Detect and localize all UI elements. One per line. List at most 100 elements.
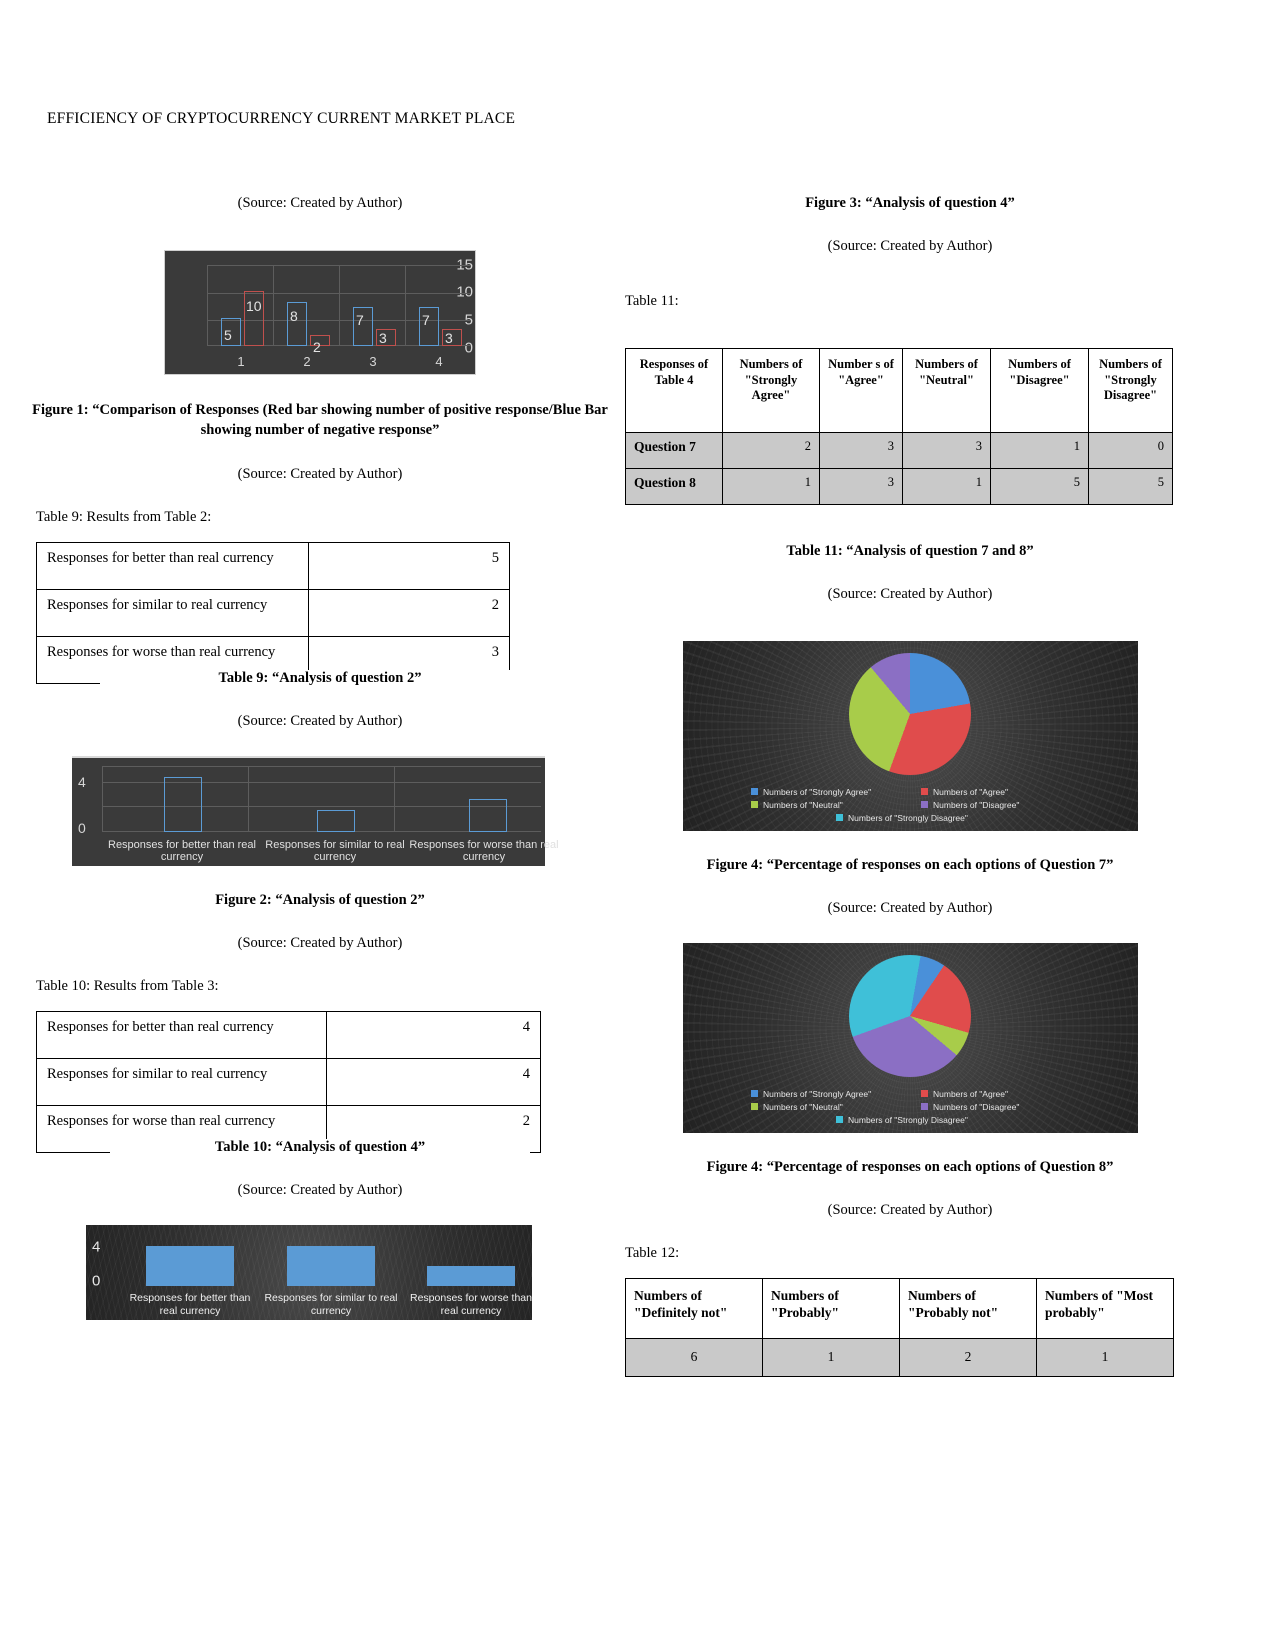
bar-figure2-2 — [317, 810, 355, 833]
chart1-xtick-3: 3 — [369, 354, 377, 369]
table9-cell-label-1: Responses for similar to real currency — [36, 589, 309, 638]
legend-label-3: Numbers of "Disagree" — [933, 799, 1020, 810]
table10-source: (Source: Created by Author) — [237, 1182, 403, 1199]
legend-item: Numbers of "Neutral" — [751, 800, 899, 810]
chart1-plot-area: 5 10 8 2 7 3 7 3 — [207, 265, 471, 355]
gridline — [405, 265, 406, 346]
table11-header-5: Numbers of "Strongly Disagree" — [1088, 348, 1173, 433]
bar-figure3-2 — [287, 1246, 375, 1287]
gridline — [394, 766, 396, 833]
chart1-xtick-1: 1 — [237, 354, 245, 369]
figure3-bar-chart: 4 0 Responses for better than real curre… — [86, 1225, 532, 1321]
figure2-bar-chart: 4 0 Responses for better than real curre… — [72, 756, 559, 867]
legend-label-2: Numbers of "Neutral" — [763, 799, 843, 810]
chart2-xlabel-3: Responses for worse than real currency — [409, 838, 559, 864]
bar-value-red-4: 3 — [445, 330, 453, 346]
legend-swatch-disagree-icon — [921, 801, 928, 809]
gridline — [207, 265, 208, 346]
figure3-title: Figure 3: “Analysis of question 4” — [805, 195, 1015, 211]
chart1-xtick-2: 2 — [303, 354, 311, 369]
table12-cell-2: 2 — [899, 1337, 1037, 1377]
figure1-caption: Figure 1: “Comparison of Responses (Red … — [32, 402, 608, 438]
legend-label-4: Numbers of "Strongly Disagree" — [848, 1114, 968, 1125]
chart2-ytick-4: 4 — [78, 774, 86, 791]
bar-value-red-1: 10 — [246, 298, 262, 314]
table9-cell-label-0: Responses for better than real currency — [36, 542, 309, 591]
table10: Responses for better than real currency … — [36, 1011, 542, 1154]
table9-cell-value-1: 2 — [308, 589, 510, 638]
table11-source: (Source: Created by Author) — [827, 585, 993, 602]
table12-header-row: Numbers of "Definitely not" Numbers of "… — [625, 1277, 1174, 1339]
legend-swatch-strongly-disagree-icon — [836, 1116, 843, 1124]
gridline — [102, 766, 541, 768]
table11-cell-1-1: 3 — [819, 467, 903, 505]
legend-swatch-strongly-agree-icon — [751, 788, 758, 796]
chart3-ytick-4: 4 — [92, 1238, 101, 1256]
legend-swatch-disagree-icon — [921, 1103, 928, 1111]
table10-caption: Table 10: “Analysis of question 4” — [110, 1139, 530, 1157]
legend-label-2: Numbers of "Neutral" — [763, 1101, 843, 1112]
bar-value-blue-4: 7 — [422, 312, 430, 328]
figure4a-source: (Source: Created by Author) — [827, 899, 993, 916]
table-row: 6 1 2 1 — [625, 1337, 1174, 1377]
figure4b-caption: Figure 4: “Percentage of responses on ea… — [706, 1158, 1114, 1175]
table-row: Question 8 1 3 1 5 5 — [625, 467, 1173, 505]
table11-label: Table 11: — [625, 293, 679, 309]
table11-caption: Table 11: “Analysis of question 7 and 8” — [786, 542, 1034, 559]
table9-cell-value-0: 5 — [308, 542, 510, 591]
chart3-xlabel-1: Responses for better than real currency — [129, 1291, 251, 1317]
table-row: Question 7 2 3 3 1 0 — [625, 431, 1173, 469]
figure1-source: (Source: Created by Author) — [237, 466, 403, 483]
chart3-xlabel-2: Responses for similar to real currency — [264, 1291, 398, 1317]
figure2-source: (Source: Created by Author) — [237, 935, 403, 952]
table11-cell-0-1: 3 — [819, 431, 903, 469]
table11-cell-0-3: 1 — [990, 431, 1089, 469]
legend-item: Numbers of "Strongly Agree" — [751, 787, 899, 797]
legend-label-1: Numbers of "Agree" — [933, 1088, 1009, 1099]
table12-cell-0: 6 — [625, 1337, 763, 1377]
chart2-ytick-0: 0 — [78, 820, 86, 837]
chart3-ytick-0: 0 — [92, 1272, 101, 1290]
bar-value-red-3: 3 — [379, 330, 387, 346]
figure3-source: (Source: Created by Author) — [827, 238, 993, 254]
legend-swatch-neutral-icon — [751, 1103, 758, 1111]
legend-label-1: Numbers of "Agree" — [933, 786, 1009, 797]
table11-header-2: Number s of "Agree" — [819, 348, 903, 433]
table9: Responses for better than real currency … — [36, 542, 510, 685]
table11: Responses of Table 4 Numbers of "Strongl… — [625, 348, 1173, 505]
table12-header-1: Numbers of "Probably" — [762, 1277, 900, 1339]
legend-swatch-agree-icon — [921, 1090, 928, 1098]
table11-row-label-0: Question 7 — [625, 431, 723, 469]
table-row: Responses for similar to real currency 4 — [36, 1058, 542, 1107]
legend-item: Numbers of "Agree" — [921, 1089, 1069, 1099]
legend-label-4: Numbers of "Strongly Disagree" — [848, 812, 968, 823]
pie-figure4a — [849, 652, 971, 775]
legend-item: Numbers of "Disagree" — [921, 800, 1069, 810]
figure2-caption: Figure 2: “Analysis of question 2” — [215, 892, 425, 909]
table11-header-1: Numbers of "Strongly Agree" — [722, 348, 820, 433]
figure4b-pie-chart: Numbers of "Strongly Agree" Numbers of "… — [682, 942, 1138, 1133]
legend-label-0: Numbers of "Strongly Agree" — [763, 786, 872, 797]
table11-cell-1-4: 5 — [1088, 467, 1173, 505]
legend-item: Numbers of "Strongly Agree" — [751, 1089, 899, 1099]
legend-label-0: Numbers of "Strongly Agree" — [763, 1088, 872, 1099]
bar-figure3-1 — [146, 1246, 234, 1287]
chart1-xtick-4: 4 — [435, 354, 443, 369]
legend-swatch-agree-icon — [921, 788, 928, 796]
table12-cell-1: 1 — [762, 1337, 900, 1377]
document-page: EFFICIENCY OF CRYPTOCURRENCY CURRENT MAR… — [0, 0, 1275, 1650]
table9-source: (Source: Created by Author) — [237, 713, 403, 730]
figure4a-pie-chart: Numbers of "Strongly Agree" Numbers of "… — [682, 640, 1138, 831]
table10-cell-value-0: 4 — [325, 1011, 542, 1060]
table9-caption: Table 9: “Analysis of question 2” — [100, 670, 540, 688]
table11-cell-1-2: 1 — [902, 467, 991, 505]
figure4b-source: (Source: Created by Author) — [827, 1201, 993, 1218]
table11-cell-0-0: 2 — [722, 431, 820, 469]
gridline — [273, 265, 274, 346]
bar-figure2-1 — [164, 777, 202, 833]
chart3-plot-area — [112, 1235, 526, 1287]
bar-value-blue-3: 7 — [356, 312, 364, 328]
chart2-xlabel-1: Responses for better than real currency — [108, 838, 256, 864]
table11-header-4: Numbers of "Disagree" — [990, 348, 1089, 433]
figure4a-caption: Figure 4: “Percentage of responses on ea… — [706, 856, 1114, 873]
